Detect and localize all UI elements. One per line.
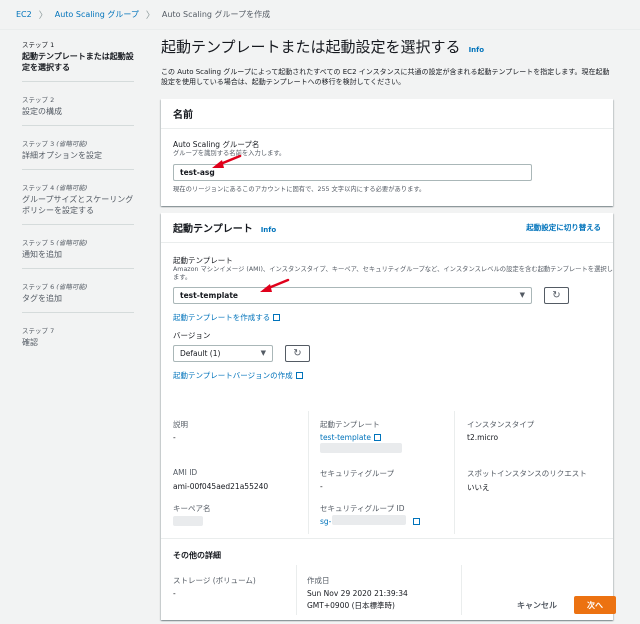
step-3[interactable]: ステップ 3 (省略可能) 詳細オプションを設定 — [22, 136, 134, 170]
step-2[interactable]: ステップ 2 設定の構成 — [22, 92, 134, 126]
annotation-arrow-icon — [212, 154, 242, 168]
step-title: タグを追加 — [22, 294, 62, 303]
card-header: 起動テンプレート Info 起動設定に切り替える — [161, 213, 613, 243]
sg-id-label: セキュリティグループ ID — [320, 504, 405, 513]
template-label: 起動テンプレート — [173, 256, 233, 265]
spot-label: スポットインスタンスのリクエスト — [467, 469, 587, 478]
step-title: 通知を追加 — [22, 250, 62, 259]
step-title: グループサイズとスケーリングポリシーを設定する — [22, 195, 134, 215]
step-number: ステップ 3 (省略可能) — [22, 140, 88, 148]
sg-id-link[interactable]: sg- — [320, 517, 331, 526]
page-description: この Auto Scaling グループによって起動されたすべての EC2 イン… — [161, 68, 610, 86]
sg-label: セキュリティグループ — [320, 469, 395, 478]
switch-to-launch-config-link[interactable]: 起動設定に切り替える — [526, 222, 601, 233]
step-5[interactable]: ステップ 5 (省略可能) 通知を追加 — [22, 235, 134, 269]
ami-label: AMI ID — [173, 468, 198, 477]
caret-down-icon: ▼ — [260, 349, 266, 357]
chevron-right-icon: 〉 — [38, 11, 48, 21]
page-title: 起動テンプレートまたは起動設定を選択する Info — [161, 36, 613, 57]
info-link[interactable]: Info — [469, 46, 484, 54]
divider — [308, 411, 309, 534]
breadcrumb: EC2 〉 Auto Scaling グループ 〉 Auto Scaling グ… — [0, 0, 640, 30]
divider — [461, 565, 462, 615]
redacted-key-pair — [173, 516, 203, 526]
step-number: ステップ 7 — [22, 327, 55, 335]
create-version-link[interactable]: 起動テンプレートバージョンの作成 — [173, 371, 293, 380]
created-value-tz: GMT+0900 (日本標準時) — [307, 601, 395, 610]
refresh-templates-button[interactable]: ↻ — [544, 287, 569, 304]
description-value: - — [173, 433, 176, 442]
step-title: 起動テンプレートまたは起動設定を選択する — [22, 52, 134, 72]
annotation-arrow-icon — [260, 278, 290, 292]
storage-label: ストレージ (ボリューム) — [173, 576, 256, 585]
external-link-icon — [373, 434, 381, 441]
step-6[interactable]: ステップ 6 (省略可能) タグを追加 — [22, 279, 134, 313]
asg-name-label: Auto Scaling グループ名 — [173, 140, 260, 149]
template-detail-label: 起動テンプレート — [320, 420, 380, 429]
wizard-steps: ステップ 1 起動テンプレートまたは起動設定を選択する ステップ 2 設定の構成… — [22, 37, 134, 366]
external-link-icon — [273, 314, 281, 321]
step-number: ステップ 4 (省略可能) — [22, 184, 88, 192]
divider — [161, 538, 613, 539]
key-pair-label: キーペア名 — [173, 504, 211, 513]
launch-template-card: 起動テンプレート Info 起動設定に切り替える 起動テンプレート Amazon … — [161, 213, 613, 620]
step-number: ステップ 6 (省略可能) — [22, 283, 88, 291]
step-1[interactable]: ステップ 1 起動テンプレートまたは起動設定を選択する — [22, 37, 134, 82]
created-value-date: Sun Nov 29 2020 21:39:34 — [307, 589, 408, 598]
sg-value: - — [320, 482, 323, 491]
step-number: ステップ 5 (省略可能) — [22, 239, 88, 247]
template-hint: Amazon マシンイメージ (AMI)、インスタンスタイプ、キーペア、セキュリ… — [173, 266, 613, 281]
step-title: 詳細オプションを設定 — [22, 151, 102, 160]
instance-type-value: t2.micro — [467, 433, 499, 442]
next-button[interactable]: 次へ — [574, 596, 616, 614]
create-template-link[interactable]: 起動テンプレートを作成する — [173, 313, 270, 322]
step-title: 確認 — [22, 338, 38, 347]
template-selected-value: test-template — [180, 291, 238, 300]
template-detail-value: test-template — [320, 433, 381, 442]
template-select[interactable]: test-template ▼ — [173, 287, 532, 304]
step-number: ステップ 1 — [22, 41, 55, 49]
external-link-icon — [295, 372, 303, 379]
step-7[interactable]: ステップ 7 確認 — [22, 323, 134, 356]
card-header-title: 起動テンプレート Info — [173, 224, 277, 235]
asg-name-constraint: 現在のリージョンにあるこのアカウントに固有で、255 文字以内にする必要がありま… — [173, 186, 426, 193]
step-4[interactable]: ステップ 4 (省略可能) グループサイズとスケーリングポリシーを設定する — [22, 180, 134, 225]
page-title-text: 起動テンプレートまたは起動設定を選択する — [161, 38, 461, 56]
card-header: 名前 — [161, 99, 613, 129]
refresh-icon: ↻ — [293, 348, 302, 359]
breadcrumb-current: Auto Scaling グループを作成 — [161, 10, 271, 19]
other-details-header: その他の詳細 — [173, 551, 221, 560]
breadcrumb-ec2[interactable]: EC2 — [16, 10, 32, 19]
created-label: 作成日 — [307, 576, 330, 585]
spot-value: いいえ — [467, 483, 490, 492]
divider — [296, 565, 297, 615]
version-label: バージョン — [173, 331, 211, 340]
refresh-versions-button[interactable]: ↻ — [285, 345, 310, 362]
chevron-right-icon: 〉 — [145, 11, 155, 21]
sg-id-value: sg- — [320, 517, 331, 526]
info-link[interactable]: Info — [261, 226, 276, 234]
main-content: 起動テンプレートまたは起動設定を選択する Info この Auto Scalin… — [161, 36, 613, 620]
version-selected-value: Default (1) — [180, 349, 221, 358]
cancel-button[interactable]: キャンセル — [517, 600, 557, 611]
external-link-icon — [413, 518, 420, 525]
ami-value: ami-00f045aed21a55240 — [173, 482, 269, 491]
step-title: 設定の構成 — [22, 107, 62, 116]
divider — [454, 411, 455, 534]
name-card: 名前 Auto Scaling グループ名 グループを識別する名前を入力します。… — [161, 99, 613, 206]
template-detail-link[interactable]: test-template — [320, 433, 371, 442]
redacted-id — [320, 443, 402, 453]
step-number: ステップ 2 — [22, 96, 55, 104]
redacted-sg-id — [332, 515, 406, 525]
caret-down-icon: ▼ — [519, 291, 525, 299]
version-select[interactable]: Default (1) ▼ — [173, 345, 273, 362]
breadcrumb-asg[interactable]: Auto Scaling グループ — [55, 9, 139, 20]
instance-type-label: インスタンスタイプ — [467, 420, 535, 429]
refresh-icon: ↻ — [552, 290, 561, 301]
storage-value: - — [173, 589, 176, 598]
description-label: 説明 — [173, 420, 188, 429]
